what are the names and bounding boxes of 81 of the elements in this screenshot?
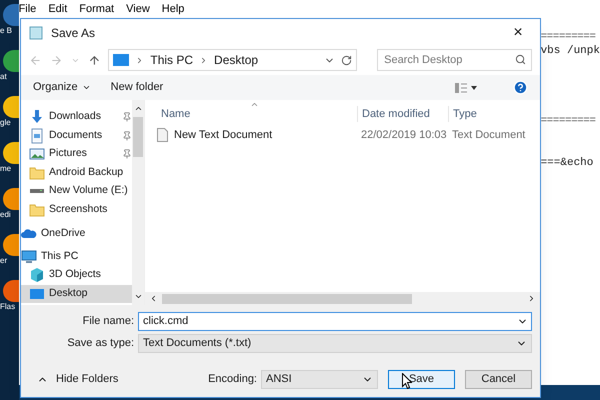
computer-icon (21, 248, 37, 265)
text-line: vbs /unpk (540, 44, 600, 58)
hide-folders-button[interactable]: Hide Folders (29, 370, 118, 388)
desktop-icon[interactable] (2, 96, 19, 118)
notepad-icon (29, 26, 43, 40)
breadcrumb-item[interactable]: Desktop (214, 51, 258, 69)
nav-item[interactable]: This PC (21, 248, 132, 266)
menu-item[interactable]: File (18, 0, 36, 18)
folder-icon (29, 164, 45, 181)
nav-item[interactable]: 3D Objects (21, 266, 132, 284)
menu-item[interactable]: Format (79, 0, 114, 18)
search-field[interactable]: Search Desktop (377, 49, 532, 71)
view-options-icon[interactable] (455, 82, 477, 92)
picture-icon (29, 146, 45, 162)
menu-item[interactable]: Edit (48, 0, 68, 18)
desktop-icon-label: at (0, 72, 8, 82)
desktop-icon[interactable] (2, 142, 19, 164)
horizontal-scrollbar[interactable] (145, 292, 540, 305)
refresh-icon[interactable] (341, 54, 352, 66)
sort-ascending-icon (250, 100, 259, 109)
dialog-button[interactable]: Save (388, 370, 455, 388)
scroll-down-icon[interactable] (134, 292, 142, 301)
field-label: Save as type: (66, 336, 134, 351)
help-icon[interactable] (513, 80, 528, 95)
text-line: ========= (540, 30, 596, 44)
computer-icon (113, 54, 130, 66)
nav-item[interactable]: Documents (21, 126, 132, 145)
nav-item[interactable]: Android Backup (21, 164, 132, 182)
desktop-icon[interactable] (2, 280, 19, 302)
vertical-scrollbar[interactable] (132, 100, 144, 305)
scroll-up-icon[interactable] (134, 104, 142, 113)
address-bar[interactable]: This PC Desktop (108, 49, 358, 71)
window-title: Save As (51, 25, 96, 42)
scroll-left-icon[interactable] (149, 294, 158, 303)
desktop-icon[interactable] (2, 234, 19, 256)
scroll-right-icon[interactable] (527, 294, 536, 303)
text-line: ===&echo (540, 156, 594, 170)
encoding-dropdown[interactable]: ANSI (261, 370, 378, 388)
save-type-dropdown[interactable]: Text Documents (*.txt) (138, 334, 532, 352)
up-icon[interactable] (88, 54, 100, 66)
text-file-icon (157, 128, 168, 142)
search-icon (515, 54, 526, 65)
close-button[interactable]: × (504, 22, 532, 44)
column-header[interactable]: Name (145, 106, 357, 122)
text-line: ========= (540, 114, 596, 128)
column-header[interactable]: Type (448, 106, 540, 122)
desktop-icon-label: edi (0, 210, 12, 220)
nav-item[interactable]: Downloads (21, 108, 132, 126)
nav-item[interactable]: Screenshots (21, 200, 132, 219)
menu-item[interactable]: Help (162, 0, 184, 18)
desktop-icon-label: gle (0, 118, 12, 128)
organize-menu[interactable]: Organize (33, 79, 91, 96)
new-folder-button[interactable]: New folder (110, 79, 164, 96)
desktop-icon-label: er (0, 256, 8, 266)
cube-icon (29, 267, 45, 284)
desktop-icon-label: me (0, 164, 12, 174)
download-arrow-icon (29, 109, 45, 126)
dialog-button[interactable]: Cancel (465, 370, 532, 388)
caret-icon (82, 83, 91, 92)
field-label: File name: (82, 314, 134, 329)
scroll-thumb[interactable] (162, 294, 412, 304)
nav-item[interactable]: Desktop (21, 284, 132, 303)
desktop-icon[interactable] (2, 50, 19, 72)
nav-item[interactable]: Pictures (21, 145, 132, 164)
breadcrumb-item[interactable]: This PC (150, 51, 194, 69)
desktop-icon-label: Flas (0, 302, 16, 312)
desktop-icon-label: e B (0, 26, 14, 36)
scroll-thumb[interactable] (133, 117, 143, 157)
nav-item[interactable]: OneDrive (21, 225, 132, 244)
file-name-field[interactable]: click.cmd (138, 312, 532, 330)
folder-icon (29, 202, 45, 218)
column-header[interactable]: Date modified (357, 106, 448, 122)
file-date: 22/02/2019 10:03 (360, 128, 448, 143)
file-type: Text Document (451, 128, 526, 143)
drive-icon (30, 189, 44, 194)
file-name[interactable]: New Text Document (174, 126, 272, 144)
desktop-icon[interactable] (2, 188, 19, 210)
document-icon (29, 128, 45, 144)
field-label: Encoding: (208, 372, 257, 387)
menu-item[interactable]: View (126, 0, 150, 18)
nav-item[interactable]: New Volume (E:) (21, 182, 132, 200)
